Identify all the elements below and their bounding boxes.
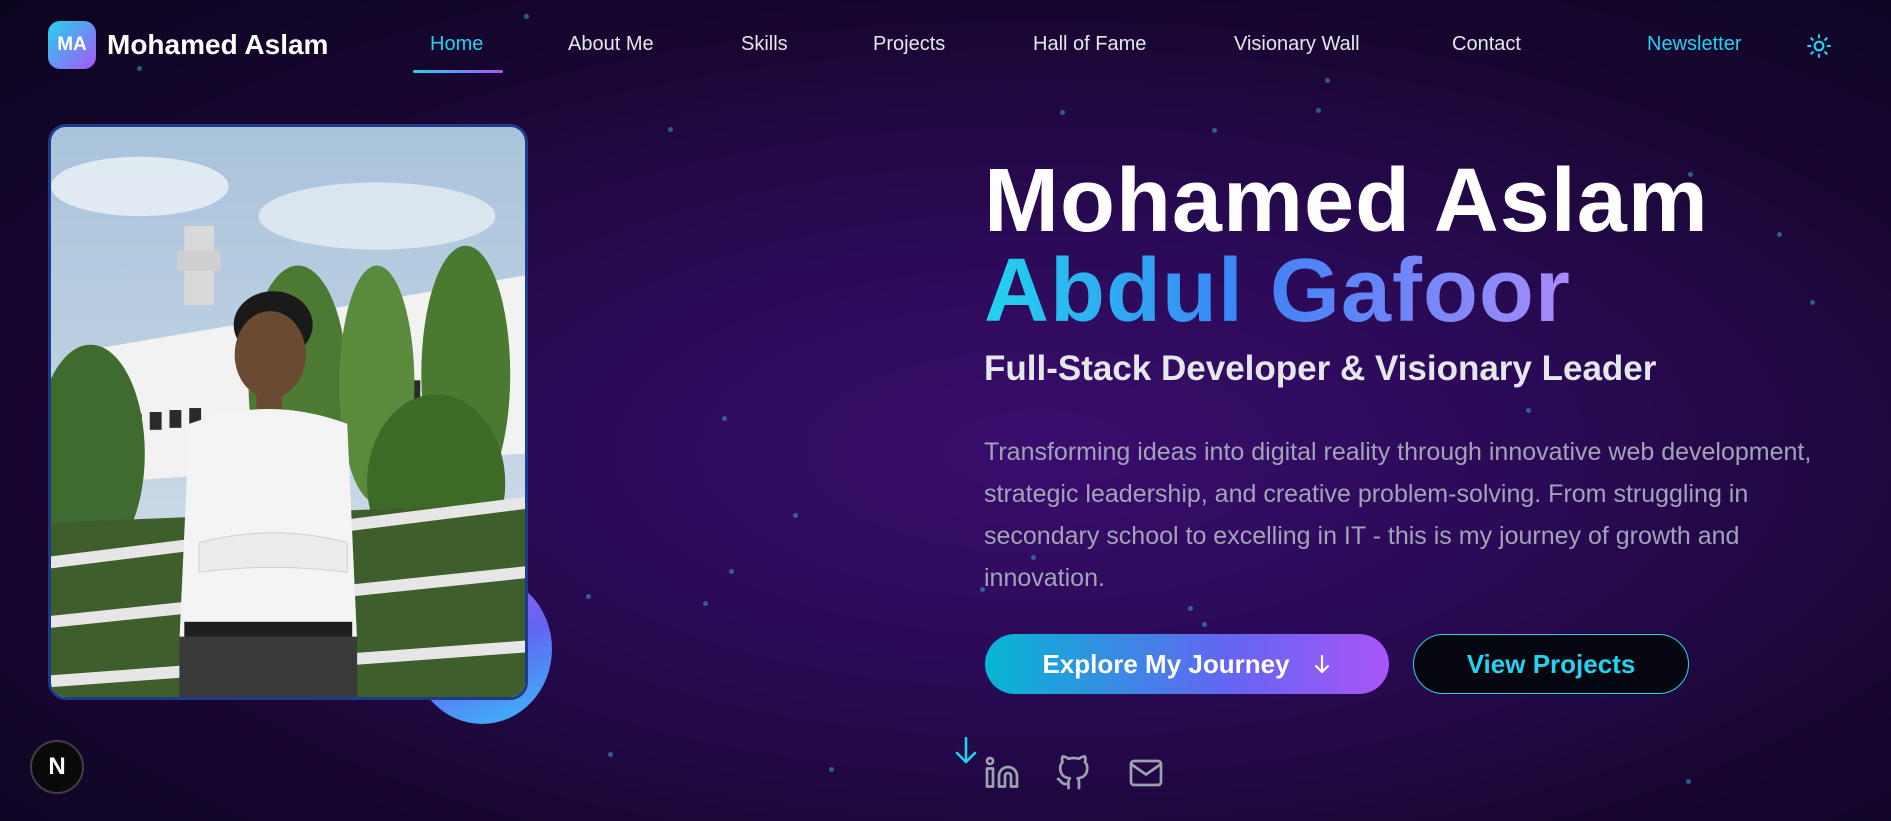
github-icon[interactable] (1055, 755, 1091, 791)
arrow-down-icon (1314, 654, 1329, 674)
nav-link-projects[interactable]: Projects (873, 33, 945, 56)
newsletter-link[interactable]: Newsletter (1647, 33, 1741, 56)
view-projects-button[interactable]: View Projects (1413, 634, 1689, 694)
hero-title-last-name: Abdul Gafoor (984, 241, 1571, 341)
explore-journey-label: Explore My Journey (1042, 648, 1290, 679)
nav-link-about-me[interactable]: About Me (568, 33, 654, 56)
active-nav-indicator (413, 70, 503, 73)
logo-badge[interactable]: MA (48, 21, 96, 69)
nav-link-contact[interactable]: Contact (1452, 33, 1521, 56)
scroll-down-arrow-icon[interactable] (953, 735, 979, 767)
nav-link-skills[interactable]: Skills (741, 33, 788, 56)
profile-photo (48, 124, 528, 700)
explore-journey-button[interactable]: Explore My Journey (985, 634, 1389, 694)
nav-link-visionary-wall[interactable]: Visionary Wall (1234, 33, 1360, 56)
mail-icon[interactable] (1128, 755, 1164, 791)
linkedin-icon[interactable] (984, 755, 1020, 791)
hero-title-first-name: Mohamed Aslam (984, 151, 1709, 251)
top-navbar: MA Mohamed Aslam Home About Me Skills Pr… (0, 0, 1891, 92)
sun-icon[interactable] (1806, 33, 1832, 59)
hero-description: Transforming ideas into digital reality … (984, 438, 1812, 592)
hero-subtitle: Full-Stack Developer & Visionary Leader (984, 349, 1657, 388)
logo-name[interactable]: Mohamed Aslam (107, 29, 328, 61)
dev-tools-badge[interactable]: N (30, 740, 84, 794)
nav-link-hall-of-fame[interactable]: Hall of Fame (1033, 33, 1146, 56)
nav-link-home[interactable]: Home (430, 33, 483, 56)
